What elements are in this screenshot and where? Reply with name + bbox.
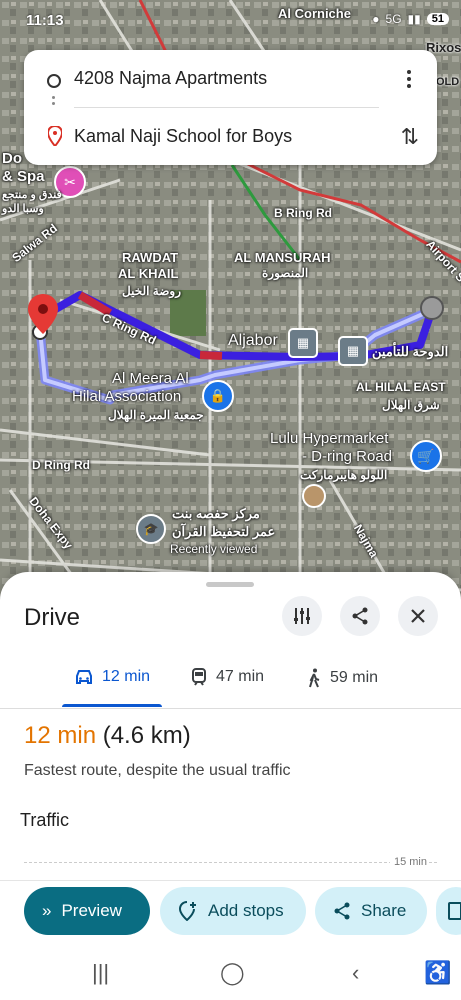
home-icon[interactable]: ◯ [220,960,245,986]
map-label-lulu-1: Lulu Hypermarket [270,430,389,447]
map-label-recently-viewed: Recently viewed [170,542,258,556]
car-icon [76,670,92,684]
map-label-mansurah: AL MANSURAH [234,250,331,265]
map-label-rawdat-2: AL KHAIL [118,266,179,281]
tab-transit-label: 47 min [216,668,265,685]
map-label-meera-1: Al Meera Al [112,370,189,387]
shopping-bag-icon[interactable]: 🔒 [202,380,234,412]
double-chevron-icon: » [42,901,52,920]
status-bar: 11:13 ● 5G ▮▮ 51 [0,8,461,32]
traffic-chart-line [24,862,437,863]
battery-level: 51 [426,13,449,25]
share-button[interactable]: Share [315,887,427,935]
doha-insurance-icon[interactable]: ▦ [338,336,368,366]
map-label-rawdat-1: RAWDAT [122,250,179,265]
network-label: 5G [385,12,402,26]
share-icon [352,607,368,625]
route-options-button[interactable] [282,596,322,636]
map-label-spa-ar2: وسبا الدو [2,203,44,215]
share-route-button[interactable] [340,596,380,636]
traffic-tick-label: 15 min [389,856,427,868]
status-icons: ● 5G ▮▮ 51 [372,12,449,26]
signal-icon: ▮▮ [407,12,421,26]
walk-icon [309,668,320,688]
add-location-icon [178,901,196,921]
origin-field[interactable]: 4208 Najma Apartments [24,54,437,104]
map-label-spa-top: Do [2,150,22,167]
travel-mode-tabs: 12 min 47 min 59 min [0,656,461,709]
shopping-cart-icon[interactable]: 🛒 [410,440,442,472]
bookmark-icon [448,902,461,920]
route-summary: 12 min (4.6 km) [24,722,191,750]
destination-field[interactable]: Kamal Naji School for Boys ⇅ [24,112,437,162]
preview-button[interactable]: » Preview [24,887,150,935]
map-label-lulu-2: - D-ring Road [302,448,393,465]
add-stops-button[interactable]: Add stops [160,887,306,935]
sheet-title: Drive [24,604,81,631]
map-label-meera-2: Hilal Association [72,388,182,405]
sliders-icon [294,608,310,624]
education-icon[interactable]: 🎓 [136,514,166,544]
map-label-meera-ar: جمعية الميرة الهلال [108,408,204,422]
route-distance: (4.6 km) [102,722,191,749]
route-divider [74,107,379,108]
share-label: Share [361,901,407,920]
share-icon [334,902,350,920]
map-label-center-ar-1: مركز حفصه بنت [172,506,260,521]
action-bar: » Preview Add stops Share [0,880,461,953]
destination-pin-small-icon [46,124,64,151]
swap-directions-icon[interactable]: ⇅ [401,124,419,150]
map-label-aljabor: Aljabor [228,332,278,349]
status-time: 11:13 [26,12,64,29]
tab-walk-label: 59 min [330,669,379,686]
tab-walk[interactable]: 59 min [306,668,378,688]
route-connector [52,96,55,110]
system-nav-bar: ||| ◯ ‹ ♿ [0,952,461,1000]
map-label-old: OLD [436,76,460,88]
train-icon [192,668,206,686]
map-label-b-ring: B Ring Rd [274,206,332,220]
map-label-spa: & Spa [2,168,45,185]
close-icon [411,609,425,623]
map-label-lulu-ar: اللولو هايبرماركت [300,468,388,482]
map-label-rawdat-ar: روضة الخيل [122,284,181,298]
more-options-icon[interactable] [403,70,415,90]
origin-circle-icon [47,74,61,88]
directions-sheet: Drive 12 min 47 min 59 min 12 min (4.6 k… [0,572,461,1000]
tab-drive-label: 12 min [102,668,151,685]
preview-label: Preview [61,901,122,920]
map-label-hilal-east: AL HILAL EAST [356,380,446,394]
back-icon[interactable]: ‹ [352,960,359,986]
location-marker-icon [302,484,326,508]
tab-drive[interactable]: 12 min [74,668,150,686]
more-actions-button[interactable] [436,887,461,935]
destination-text: Kamal Naji School for Boys [74,126,293,146]
route-duration: 12 min [24,722,97,749]
map-label-mansurah-ar: المنصورة [262,266,309,280]
drag-handle[interactable] [206,582,254,587]
map-label-spa-ar: فندق و منتجع [2,189,62,201]
add-stops-label: Add stops [208,901,284,920]
map-label-doha-insurance-ar: الدوحة للتأمين [372,344,449,359]
route-description: Fastest route, despite the usual traffic [24,762,291,779]
location-icon: ● [372,12,380,26]
close-button[interactable] [398,596,438,636]
map-label-hilal-east-ar: شرق الهلال [382,398,440,412]
recent-apps-icon[interactable]: ||| [92,960,109,986]
route-card: 4208 Najma Apartments Kamal Naji School … [24,50,437,165]
map-label-center-ar-2: عمر لتحفيظ القرآن [172,524,276,539]
aljabor-store-icon[interactable]: ▦ [288,328,318,358]
accessibility-icon[interactable]: ♿ [424,960,451,986]
origin-text: 4208 Najma Apartments [74,68,268,88]
traffic-heading: Traffic [20,810,70,830]
tab-transit[interactable]: 47 min [190,668,264,686]
map-label-d-ring: D Ring Rd [32,458,90,472]
active-tab-indicator [62,704,162,707]
